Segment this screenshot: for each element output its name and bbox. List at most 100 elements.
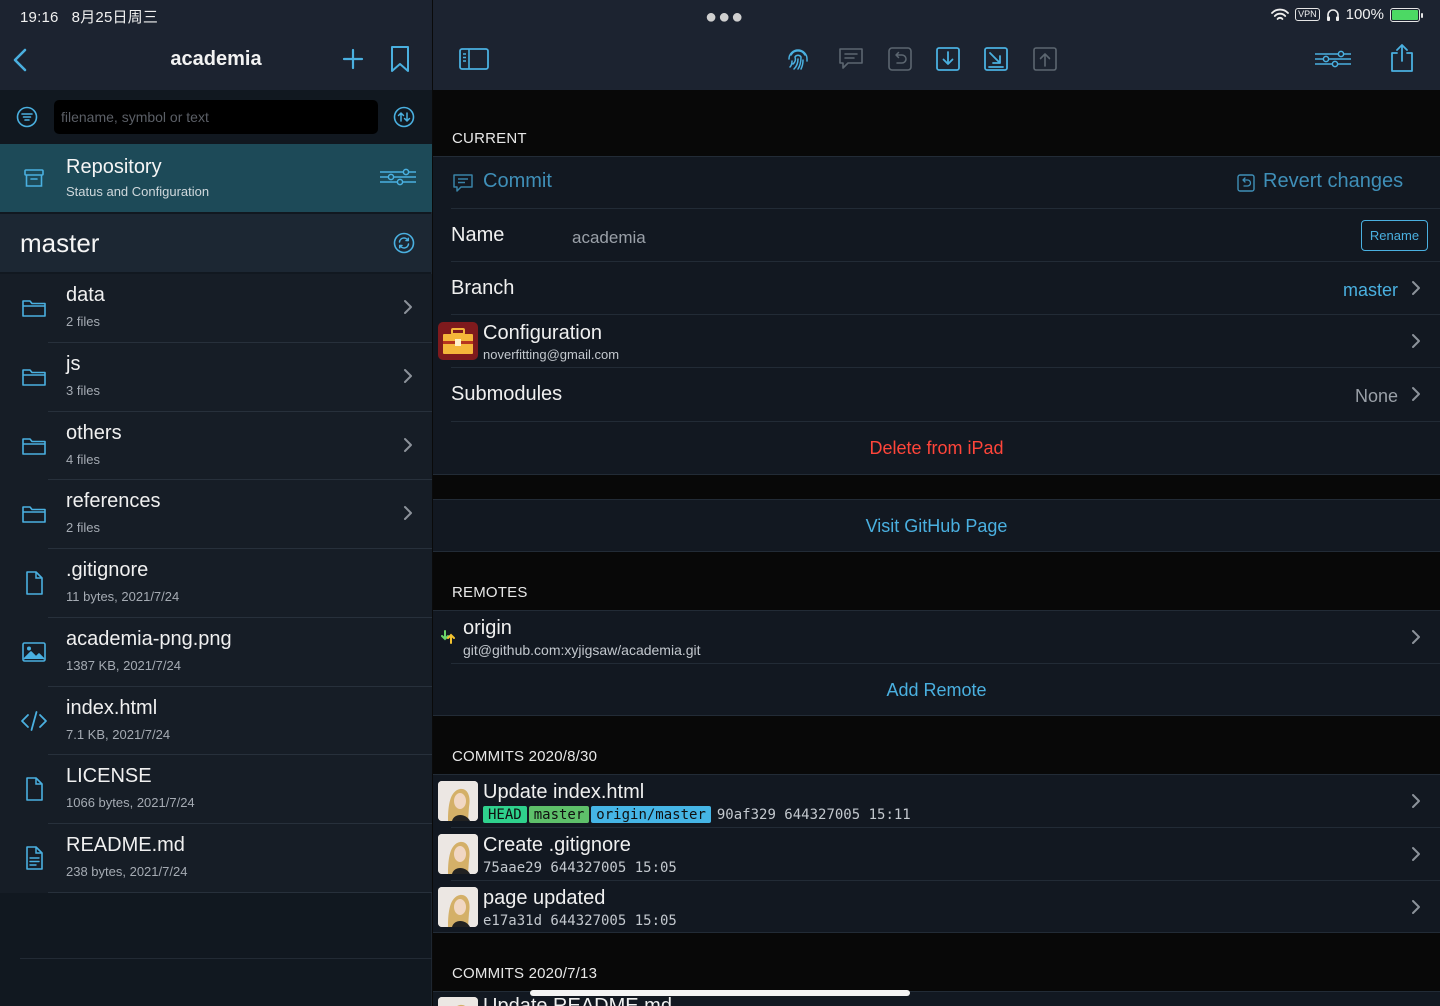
right-toolbar: ●●● VPN 100% [433,0,1440,90]
divider [20,958,432,959]
commit-label: Commit [483,170,552,192]
clock-date: 8月25日周三 [71,9,159,26]
vpn-badge: VPN [1295,8,1320,21]
list-item-js[interactable]: js 3 files [0,342,432,412]
commit-title: Create .gitignore [483,834,631,856]
revert-label: Revert changes [1263,170,1404,192]
github-group: Visit GitHub Page [433,499,1440,552]
list-item-others[interactable]: others 4 files [0,411,432,481]
section-header-current: CURRENT [452,130,527,147]
commit-row[interactable]: Create .gitignore 75aae29 644327005 15:0… [433,828,1440,880]
divider [433,156,1440,157]
tuning-sliders-icon[interactable] [378,166,418,188]
commit-refs: HEAD master origin/master 90af329 644327… [483,806,911,823]
fingerprint-icon[interactable] [783,44,813,74]
chevron-right-icon [1412,847,1420,861]
list-item-readme[interactable]: README.md 238 bytes, 2021/7/24 [0,824,432,893]
sidebar-toggle-icon[interactable] [457,44,491,74]
repository-row[interactable]: Repository Status and Configuration [0,144,432,212]
push-icon[interactable] [1030,44,1060,74]
remote-url: git@github.com:xyjigsaw/academia.git [463,642,701,658]
file-meta: 2 files [66,314,100,329]
list-item-license[interactable]: LICENSE 1066 bytes, 2021/7/24 [0,755,432,824]
divider [433,715,1440,716]
pull-icon[interactable] [933,44,963,74]
submodules-value: None [1354,386,1398,406]
undo-icon[interactable] [885,44,915,74]
file-meta: 7.1 KB, 2021/7/24 [66,726,171,742]
commit-row[interactable]: page updated e17a31d 644327005 15:05 [433,881,1440,933]
battery-percent: 100% [1345,6,1384,23]
current-branch-name: master [20,228,100,258]
fetch-icon[interactable] [981,44,1011,74]
undo-icon [1237,174,1255,192]
chevron-right-icon [404,506,412,521]
bookmark-icon[interactable] [388,44,412,74]
rename-button[interactable]: Rename [1361,220,1428,251]
file-list: data 2 files js 3 files others 4 files r… [0,274,432,893]
configuration-email: noverfitting@gmail.com [483,347,620,362]
sort-icon[interactable] [393,106,415,128]
share-icon[interactable] [1388,42,1416,74]
switch-branch-icon[interactable] [393,232,415,254]
delete-from-ipad-button[interactable]: Delete from iPad [433,438,1440,459]
repository-title: Repository [66,156,162,178]
search-bar [0,90,432,144]
row-divider [48,891,432,893]
search-input[interactable] [54,100,378,134]
list-item-data[interactable]: data 2 files [0,274,432,343]
current-group: Commit Revert changes Name academia Bran… [433,156,1440,475]
commit-title[interactable]: Update README.md [483,995,672,1006]
add-remote-button[interactable]: Add Remote [433,680,1440,701]
divider [433,499,1440,500]
configuration-label: Configuration [483,322,602,344]
chevron-right-icon [1412,794,1420,808]
tuning-sliders-icon[interactable] [1313,44,1353,74]
file-meta: 11 bytes, 2021/7/24 [66,589,180,604]
multitasking-dots[interactable]: ●●● [705,6,744,29]
home-indicator[interactable] [530,990,910,996]
file-meta: 2 files [66,520,100,536]
file-name: academia-png.png [66,627,232,650]
list-item-index-html[interactable]: index.html 7.1 KB, 2021/7/24 [0,686,432,756]
divider [433,474,1440,475]
status-indicators: VPN 100% [1271,6,1423,23]
folder-icon [22,300,46,317]
branch-row[interactable]: Branch master [433,262,1440,314]
commits-group: Update index.html HEAD master origin/mas… [433,774,1440,933]
chevron-right-icon [1412,900,1420,914]
visit-github-button[interactable]: Visit GitHub Page [433,516,1440,537]
submodules-row[interactable]: Submodules None [433,368,1440,420]
section-header-remotes: REMOTES [452,584,528,601]
revert-changes-button[interactable]: Revert changes [1236,170,1408,196]
file-icon [26,571,43,595]
ref-badge-master: master [528,806,590,823]
configuration-row[interactable]: Configuration noverfitting@gmail.com [433,315,1440,367]
text-file-icon [26,846,43,870]
chevron-right-icon [404,368,412,383]
file-meta: 1387 KB, 2021/7/24 [66,657,181,673]
file-name: README.md [66,834,185,856]
chevron-right-icon [404,300,412,314]
image-icon [22,641,46,662]
archive-box-icon [24,169,44,187]
repository-detail-pane: ●●● VPN 100% CURRENT Commit Revert chang… [433,0,1440,1006]
list-item-references[interactable]: references 2 files [0,480,432,549]
list-item-gitignore[interactable]: .gitignore 11 bytes, 2021/7/24 [0,549,432,618]
status-time: 19:16 8月25日周三 [20,6,158,27]
commit-meta: 75aae29 644327005 15:05 [483,860,677,876]
commit-row[interactable]: Update index.html HEAD master origin/mas… [433,775,1440,827]
comment-icon[interactable] [836,44,866,74]
chevron-right-icon [1412,334,1420,348]
remotes-group: origin git@github.com:xyjigsaw/academia.… [433,610,1440,716]
remote-row-origin[interactable]: origin git@github.com:xyjigsaw/academia.… [433,611,1440,663]
author-avatar [438,781,478,821]
author-avatar [438,887,478,927]
list-item-academia-png[interactable]: academia-png.png 1387 KB, 2021/7/24 [0,617,432,687]
add-icon[interactable] [340,46,366,72]
repository-subtitle: Status and Configuration [66,184,210,199]
filter-icon[interactable] [16,106,38,128]
divider [451,421,1440,422]
chevron-right-icon [404,437,412,452]
divider [433,932,1440,933]
